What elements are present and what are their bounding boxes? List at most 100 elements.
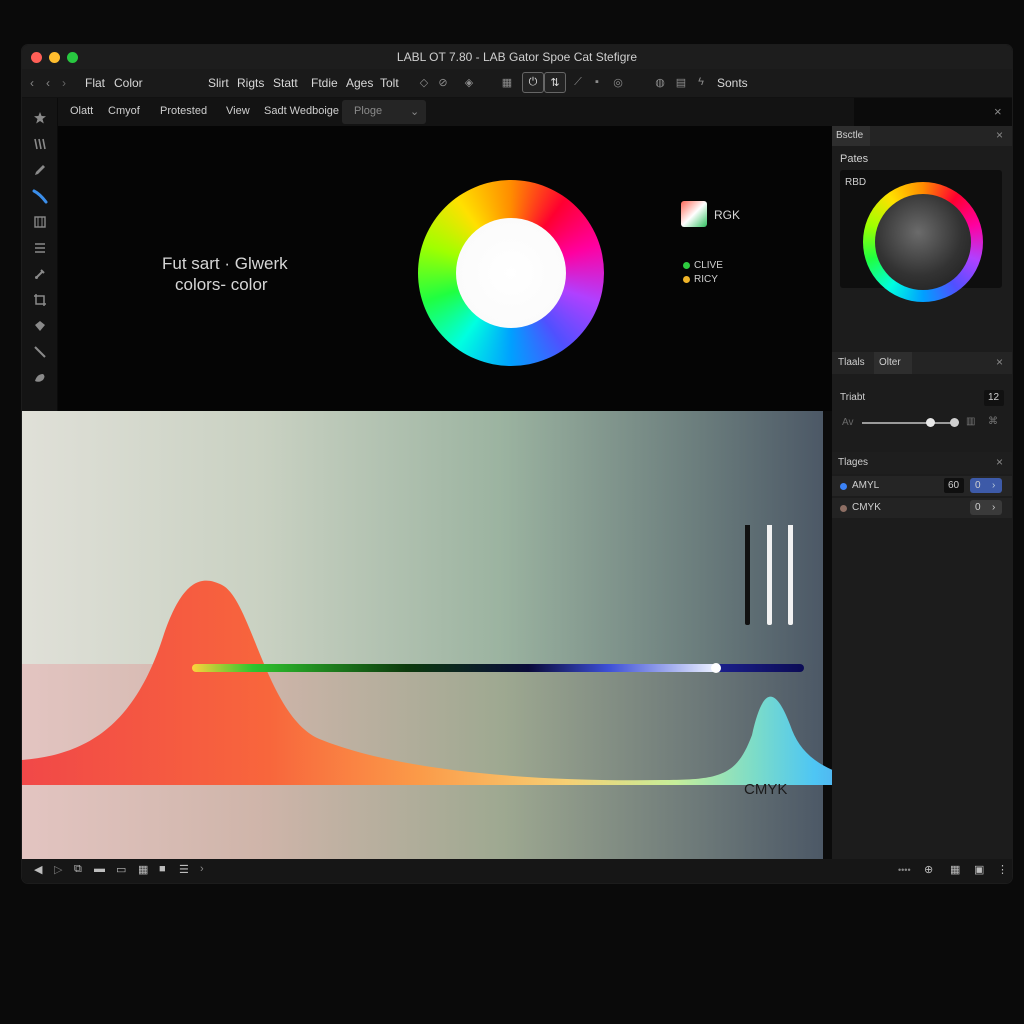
tab-olter: Olter	[879, 357, 901, 368]
layer-chip-arrow-icon: ›	[992, 480, 996, 491]
canvas-caption-line2: colors- color	[175, 275, 268, 294]
menu-item-statt[interactable]: Statt	[273, 76, 298, 90]
canvas-caption-line1: Fut sart · Glwerk	[162, 254, 288, 273]
opacity-slider-track[interactable]	[862, 422, 958, 424]
panel-tlages-header: Tlages ×	[832, 452, 1012, 474]
pates-section-label: Pates	[840, 153, 869, 165]
more-options-icon[interactable]: ⋮	[997, 863, 1008, 876]
menu-item-color[interactable]: Color	[114, 76, 143, 90]
menu-bar: ‹ ‹ › Flat Color Slirt Rigts Statt Ftdie…	[22, 69, 1012, 98]
list-icon[interactable]: ☰	[179, 863, 189, 876]
text-tool-icon[interactable]	[30, 238, 50, 258]
menu-item-ages[interactable]: Ages	[346, 76, 373, 90]
folder-open-icon[interactable]: ▭	[116, 863, 126, 876]
select-tool-icon[interactable]	[30, 134, 50, 154]
lightning-icon[interactable]: ϟ	[694, 76, 708, 88]
hue-slider-handle[interactable]	[711, 663, 721, 673]
layer-2-chip-arrow-icon: ›	[992, 502, 996, 513]
tab-tlaals[interactable]: Tlaals	[838, 357, 865, 368]
back-button[interactable]: ‹	[30, 76, 34, 90]
color-wheel-center	[456, 218, 566, 328]
menu-item-ftdie[interactable]: Ftdie	[311, 76, 338, 90]
title-bar: LABL OT 7.80 - LAB Gator Spoe Cat Stefig…	[22, 45, 1012, 69]
tab-olatt[interactable]: Olatt	[70, 105, 93, 117]
layer-value: 60	[948, 480, 960, 491]
pencil-tool-icon[interactable]	[30, 160, 50, 180]
power-icon: ⏻	[528, 76, 538, 88]
folder-icon[interactable]: ▬	[94, 863, 105, 875]
layer-name: AMYL	[852, 480, 880, 491]
layer-2-color-dot	[840, 505, 847, 512]
fullscreen-icon[interactable]: ▣	[974, 863, 984, 876]
channel-bar-black[interactable]	[745, 525, 750, 625]
menu-item-rigts[interactable]: Rigts	[237, 76, 264, 90]
prev-icon[interactable]: ◀	[34, 863, 42, 876]
opacity-slider-handle[interactable]	[926, 418, 935, 427]
legend-dot-clive	[683, 262, 690, 269]
panel-tlages-title: Tlages	[838, 457, 869, 468]
preview-rbd-label: RBD	[845, 177, 867, 188]
close-icon[interactable]: ×	[994, 104, 1002, 119]
pen-icon[interactable]: ⊘	[436, 76, 450, 89]
document-tab-bar: Olatt Cmyof Protested View Sadt Wedboige…	[58, 98, 854, 126]
menu-item-tolt[interactable]: Tolt	[380, 76, 399, 90]
copy-icon[interactable]: ▥	[966, 416, 975, 427]
next-icon[interactable]: ▷	[54, 863, 62, 876]
book-icon[interactable]: ⧉	[74, 863, 82, 876]
channel-bar-white[interactable]	[767, 525, 772, 625]
menu-item-flat[interactable]: Flat	[85, 76, 105, 90]
opacity-slider-end	[950, 418, 959, 427]
right-sidebar: Bsctle × Pates RBD Tlaals Olter × Triabt…	[832, 126, 1012, 859]
chevron-down-icon: ⌄	[410, 106, 420, 118]
layer-color-dot	[840, 483, 847, 490]
grid-icon[interactable]: ▦	[500, 76, 514, 89]
brush-tool-icon[interactable]	[30, 186, 50, 206]
tool-palette	[22, 98, 57, 411]
stamp-tool-icon[interactable]	[30, 212, 50, 232]
slider-av-label: Av	[842, 417, 854, 428]
smudge-tool-icon[interactable]	[30, 368, 50, 388]
status-bar: ◀ ▷ ⧉ ▬ ▭ ▦ ■ ☰ › •••• ⊕ ▦ ▣ ⋮	[22, 859, 1012, 883]
panel-tools-close-icon[interactable]: ×	[996, 355, 1003, 369]
layer-chip-value: 0	[975, 480, 981, 491]
zoom-icon[interactable]: ⊕	[924, 863, 933, 876]
swap-icon: ⇅	[550, 77, 560, 89]
chevron-right-icon[interactable]: ›	[200, 863, 204, 875]
dots-indicator: ••••	[898, 865, 911, 875]
legend-label-clive: CLIVE	[694, 260, 723, 271]
panel-tlages-close-icon[interactable]: ×	[996, 455, 1003, 469]
tab-sadt-wedboige[interactable]: Sadt Wedboige	[264, 105, 339, 117]
link-icon[interactable]: ⌘	[988, 416, 998, 427]
save-icon[interactable]: ▪	[590, 76, 604, 88]
eraser-icon[interactable]: ◈	[462, 76, 476, 89]
layer-2-chip-value: 0	[975, 502, 981, 513]
line-tool-icon[interactable]	[30, 342, 50, 362]
tab-cmyof[interactable]: Cmyof	[108, 105, 140, 117]
diamond-icon[interactable]: ◇	[417, 76, 431, 89]
menu-item-sonts[interactable]: Sonts	[717, 76, 748, 90]
forward-button[interactable]: ‹	[46, 76, 50, 90]
document-icon[interactable]: ▤	[674, 76, 688, 89]
legend-label-ricy: RICY	[694, 274, 718, 285]
settings-icon[interactable]: ◎	[611, 76, 625, 89]
cmyk-label: CMYK	[744, 781, 788, 798]
menu-item-slirt[interactable]: Slirt	[208, 76, 229, 90]
line-icon[interactable]: ⟋	[571, 76, 585, 89]
bucket-tool-icon[interactable]	[30, 316, 50, 336]
tab-protested[interactable]: Protested	[160, 105, 207, 117]
layers-icon[interactable]: ◍	[653, 76, 667, 89]
calendar-icon[interactable]: ▦	[138, 863, 148, 876]
rgk-swatch[interactable]	[681, 201, 707, 227]
eyedropper-tool-icon[interactable]	[30, 264, 50, 284]
layer-2-name: CMYK	[852, 502, 881, 513]
channel-bar-white-2[interactable]	[788, 525, 793, 625]
tab-view[interactable]: View	[226, 105, 250, 117]
triabt-value: 12	[988, 392, 1000, 403]
mini-wheel-center	[875, 194, 971, 290]
more-nav-button[interactable]: ›	[62, 76, 66, 90]
crop-tool-icon[interactable]	[30, 290, 50, 310]
panel-bsctle-close-icon[interactable]: ×	[996, 128, 1003, 142]
star-tool-icon[interactable]	[30, 108, 50, 128]
grid-view-icon[interactable]: ▦	[950, 863, 960, 876]
square-icon[interactable]: ■	[159, 863, 166, 875]
